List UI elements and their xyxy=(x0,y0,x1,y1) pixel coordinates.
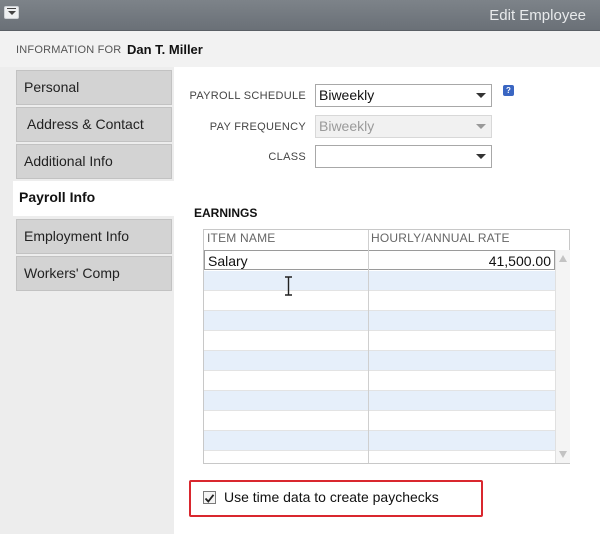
table-row[interactable] xyxy=(204,351,555,371)
pay-frequency-select: Biweekly xyxy=(315,115,492,138)
pay-frequency-label: PAY FREQUENCY xyxy=(209,121,306,133)
earnings-table[interactable]: ITEM NAME HOURLY/ANNUAL RATE Salary 41,5… xyxy=(203,229,570,464)
title-bar: Edit Employee xyxy=(0,0,600,31)
use-time-data-checkbox[interactable] xyxy=(203,491,216,504)
scroll-up-icon[interactable] xyxy=(559,255,567,262)
table-row[interactable] xyxy=(204,411,555,431)
employee-info-header: INFORMATION FOR Dan T. Miller xyxy=(0,31,600,67)
payroll-schedule-label: PAYROLL SCHEDULE xyxy=(189,90,306,102)
earnings-title: EARNINGS xyxy=(194,206,258,220)
chevron-down-icon xyxy=(476,154,486,159)
help-icon[interactable]: ? xyxy=(503,85,514,96)
table-row[interactable] xyxy=(204,391,555,411)
use-time-data-label[interactable]: Use time data to create paychecks xyxy=(224,489,439,505)
column-header-rate: HOURLY/ANNUAL RATE xyxy=(371,231,510,245)
chevron-down-icon xyxy=(476,124,486,129)
information-for-label: INFORMATION FOR xyxy=(16,44,122,56)
employee-name: Dan T. Miller xyxy=(127,42,203,57)
checkmark-icon xyxy=(204,494,215,503)
table-row[interactable] xyxy=(204,311,555,331)
sidebar: Personal Address & Contact Additional In… xyxy=(0,67,174,534)
tab-address-contact[interactable]: Address & Contact xyxy=(16,107,172,142)
class-select[interactable] xyxy=(315,145,492,168)
tab-additional-info[interactable]: Additional Info xyxy=(16,144,172,179)
table-row[interactable] xyxy=(204,431,555,451)
column-divider xyxy=(368,230,369,463)
table-row[interactable] xyxy=(204,271,555,291)
text-cursor-icon xyxy=(285,276,292,296)
pay-frequency-value: Biweekly xyxy=(319,118,375,134)
table-row[interactable] xyxy=(204,291,555,311)
table-scrollbar[interactable] xyxy=(555,250,570,463)
tab-employment-info[interactable]: Employment Info xyxy=(16,219,172,254)
item-name-cell[interactable]: Salary xyxy=(208,253,248,269)
window-title: Edit Employee xyxy=(489,7,586,24)
table-row[interactable]: Salary 41,500.00 xyxy=(204,250,555,270)
table-row[interactable] xyxy=(204,371,555,391)
payroll-schedule-select[interactable]: Biweekly xyxy=(315,84,492,107)
tab-personal[interactable]: Personal xyxy=(16,70,172,105)
class-label: CLASS xyxy=(268,151,306,163)
tab-workers-comp[interactable]: Workers' Comp xyxy=(16,256,172,291)
column-header-item-name: ITEM NAME xyxy=(207,231,276,245)
rate-cell[interactable]: 41,500.00 xyxy=(489,253,551,269)
chevron-down-icon xyxy=(476,93,486,98)
scroll-down-icon[interactable] xyxy=(559,451,567,458)
use-time-data-highlight: Use time data to create paychecks xyxy=(189,480,483,517)
payroll-schedule-value: Biweekly xyxy=(319,87,375,103)
tab-payroll-info[interactable]: Payroll Info xyxy=(13,181,174,216)
table-row[interactable] xyxy=(204,331,555,351)
system-menu-icon[interactable] xyxy=(4,6,19,19)
